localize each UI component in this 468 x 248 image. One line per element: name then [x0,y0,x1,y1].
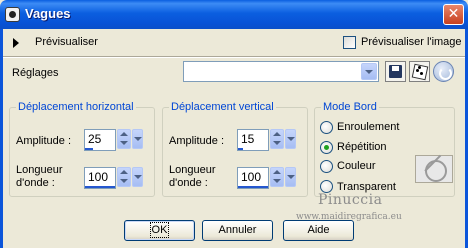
help-button[interactable]: Aide [283,220,354,241]
edge-mode-title: Mode Bord [321,101,379,113]
vertical-title: Déplacement vertical [169,101,276,113]
horizontal-displacement-group: Déplacement horizontal Amplitude : 25 Lo… [9,101,155,197]
v-wavelength-stepper[interactable] [270,167,284,187]
h-wavelength-fill [85,186,115,188]
settings-row: Réglages [3,58,465,88]
horizontal-title: Déplacement horizontal [16,101,136,113]
v-amplitude-label: Amplitude : [169,135,225,147]
radio-repeat-label[interactable]: Répétition [337,141,387,153]
close-icon: ✕ [447,6,460,22]
v-wavelength-value: 100 [241,170,262,184]
radio-wrap-label[interactable]: Enroulement [337,121,399,133]
preview-row: Prévisualiser Prévisualiser l'image [3,31,465,55]
preview-image-checkbox[interactable] [343,36,356,49]
h-amplitude-fill [85,148,93,150]
v-amplitude-value: 15 [241,132,255,146]
radio-repeat[interactable] [320,141,333,154]
v-amplitude-stepper[interactable] [270,129,284,149]
v-wavelength-fill [238,186,268,188]
v-wavelength-label-1: Longueur [169,164,216,176]
floppy-disk-icon[interactable] [385,61,406,82]
v-amplitude-slider[interactable] [237,148,269,151]
chevron-down-icon[interactable] [361,63,377,80]
radio-wrap[interactable] [320,121,333,134]
h-wavelength-value: 100 [88,170,109,184]
h-amplitude-value: 25 [88,132,102,146]
edge-mode-group: Mode Bord Enroulement Répétition Couleur… [314,101,455,197]
preview-image-label[interactable]: Prévisualiser l'image [361,36,462,48]
v-amplitude-fill [238,148,243,150]
settings-label: Réglages [12,67,59,79]
v-amplitude-dropdown[interactable] [285,129,296,149]
preset-combo[interactable] [183,61,379,82]
cancel-button[interactable]: Annuler [202,220,273,241]
title-bar: Vagues ✕ [0,0,468,29]
v-wavelength-label-2: d'onde : [169,177,208,189]
radio-color-label[interactable]: Couleur [337,160,376,172]
h-wavelength-stepper[interactable] [117,167,131,187]
v-wavelength-dropdown[interactable] [285,167,296,187]
ok-label: OK [149,222,170,238]
h-wavelength-label-1: Longueur [16,164,63,176]
v-wavelength-slider[interactable] [237,186,269,189]
help-label: Aide [307,224,330,236]
h-wavelength-label-2: d'onde : [16,177,55,189]
v-amplitude-input[interactable]: 15 [237,129,269,151]
triangle-right-icon[interactable] [13,38,19,48]
h-amplitude-label: Amplitude : [16,135,72,147]
h-wavelength-dropdown[interactable] [132,167,143,187]
h-wavelength-input[interactable]: 100 [84,167,116,189]
watermark-name: Pinuccia [318,192,383,208]
v-wavelength-input[interactable]: 100 [237,167,269,189]
window-title: Vagues [25,6,71,21]
h-amplitude-stepper[interactable] [117,129,131,149]
close-button[interactable]: ✕ [443,4,464,25]
ok-button[interactable]: OK [124,220,195,241]
dice-icon[interactable] [409,61,430,82]
h-wavelength-slider[interactable] [84,186,116,189]
h-amplitude-input[interactable]: 25 [84,129,116,151]
vertical-displacement-group: Déplacement vertical Amplitude : 15 Long… [162,101,308,197]
preview-label[interactable]: Prévisualiser [35,36,98,48]
h-amplitude-slider[interactable] [84,148,116,151]
h-amplitude-dropdown[interactable] [132,129,143,149]
radio-color[interactable] [320,160,333,173]
cancel-label: Annuler [218,224,257,236]
reset-icon[interactable] [433,61,454,82]
app-icon [5,7,20,22]
no-color-icon[interactable] [415,155,453,183]
